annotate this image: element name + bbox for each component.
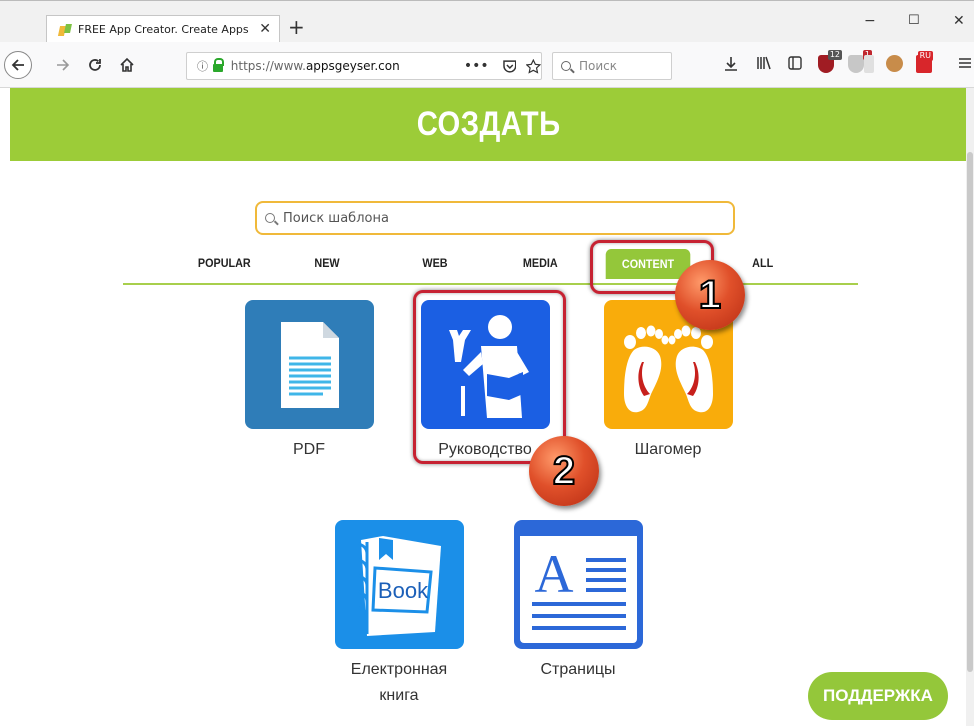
url-prefix: https://www. xyxy=(230,59,306,73)
maximize-button[interactable]: ☐ xyxy=(908,13,920,28)
pocket-icon[interactable] xyxy=(502,59,517,73)
browser-search-bar[interactable]: Поиск xyxy=(552,52,672,80)
step-number: 2 xyxy=(552,448,576,494)
text-document-icon: A xyxy=(519,526,637,643)
forward-arrow-icon xyxy=(57,59,70,71)
label-line-2: книга xyxy=(379,687,419,704)
url-text[interactable]: https://www.appsgeyser.con xyxy=(231,59,452,73)
pdf-document-icon xyxy=(244,300,374,429)
document-icon xyxy=(280,322,339,408)
back-arrow-icon xyxy=(11,59,24,71)
support-button[interactable]: ПОДДЕРЖКА xyxy=(808,672,948,720)
template-pages[interactable]: A Страницы xyxy=(508,520,648,683)
template-label: Електронная книга xyxy=(329,657,469,709)
tab-popular[interactable]: POPULAR xyxy=(198,256,251,270)
hero-banner: СОЗДАТЬ xyxy=(10,88,968,161)
privacy-extension-icon[interactable]: 1 xyxy=(848,50,872,73)
page-scrollbar[interactable] xyxy=(966,88,974,726)
lock-icon xyxy=(213,58,224,72)
ru-badge: RU xyxy=(917,51,933,61)
tab-web[interactable]: WEB xyxy=(422,256,447,270)
site-info-icon[interactable]: ⓘ xyxy=(197,58,208,74)
tab-close-icon[interactable]: ✕ xyxy=(259,21,271,37)
step-marker-2: 2 xyxy=(529,436,599,506)
menu-icon[interactable] xyxy=(958,56,972,70)
forward-button[interactable] xyxy=(50,52,76,78)
blocked-extension-icon[interactable] xyxy=(864,55,874,73)
appsgeyser-favicon-icon xyxy=(59,24,71,36)
minimize-button[interactable]: − xyxy=(864,13,876,29)
ebook-icon: Book xyxy=(334,520,464,649)
category-tabs: POPULAR NEW WEB MEDIA ALL CONTENT xyxy=(123,248,858,285)
ublock-badge: 12 xyxy=(827,50,842,60)
search-icon xyxy=(265,213,275,223)
page-actions-icon[interactable]: ••• xyxy=(464,58,489,74)
scrollbar-thumb[interactable] xyxy=(967,152,973,672)
tab-new[interactable]: NEW xyxy=(314,256,339,270)
book-icon: Book xyxy=(357,536,441,636)
sidebar-icon[interactable] xyxy=(788,56,802,70)
library-icon[interactable] xyxy=(756,56,772,70)
reload-icon xyxy=(89,59,101,71)
template-search-placeholder: Поиск шаблона xyxy=(283,210,389,226)
template-label: Страницы xyxy=(540,661,616,678)
template-label: PDF xyxy=(293,441,325,458)
browser-nav-bar: ⓘ https://www.appsgeyser.con ••• Поиск 1… xyxy=(0,42,974,88)
template-ebook[interactable]: Book Електронная книга xyxy=(329,520,469,709)
tab-media[interactable]: MEDIA xyxy=(523,256,558,270)
text-page-icon: A xyxy=(513,520,643,649)
search-placeholder: Поиск xyxy=(579,59,618,73)
page-title: СОЗДАТЬ xyxy=(417,105,561,143)
downloads-icon[interactable] xyxy=(724,56,738,72)
window-close-button[interactable]: ✕ xyxy=(953,13,965,29)
template-pdf[interactable]: PDF xyxy=(239,300,379,463)
template-search-input[interactable]: Поиск шаблона xyxy=(255,201,735,235)
label-line-1: Електронная xyxy=(350,661,448,678)
tab-all[interactable]: ALL xyxy=(752,256,773,270)
letter-a-glyph: A xyxy=(534,544,573,604)
highlight-manual-template xyxy=(413,290,566,464)
book-word-label: Book xyxy=(377,578,428,603)
page-content: СОЗДАТЬ Поиск шаблона POPULAR NEW WEB ME… xyxy=(10,88,968,726)
monkey-extension-icon[interactable] xyxy=(886,55,903,72)
ru-extension-icon[interactable]: RU xyxy=(916,51,933,73)
home-button[interactable] xyxy=(114,52,140,78)
back-button[interactable] xyxy=(4,51,32,79)
tab-title: FREE App Creator. Create Apps xyxy=(78,23,249,36)
template-label: Шагомер xyxy=(634,441,702,458)
search-icon xyxy=(561,61,571,71)
step-marker-1: 1 xyxy=(675,260,745,330)
new-tab-button[interactable]: + xyxy=(288,15,305,39)
reload-button[interactable] xyxy=(82,52,108,78)
url-domain: appsgeyser.con xyxy=(305,59,400,73)
bookmark-star-icon[interactable] xyxy=(526,58,541,74)
home-icon xyxy=(120,57,134,72)
ublock-extension-icon[interactable]: 12 xyxy=(818,50,842,73)
browser-tab[interactable]: FREE App Creator. Create Apps ✕ xyxy=(46,15,280,43)
browser-tab-bar: FREE App Creator. Create Apps ✕ + − ☐ ✕ xyxy=(0,0,974,43)
url-bar[interactable]: ⓘ https://www.appsgeyser.con ••• xyxy=(186,52,542,80)
step-number: 1 xyxy=(698,272,722,318)
